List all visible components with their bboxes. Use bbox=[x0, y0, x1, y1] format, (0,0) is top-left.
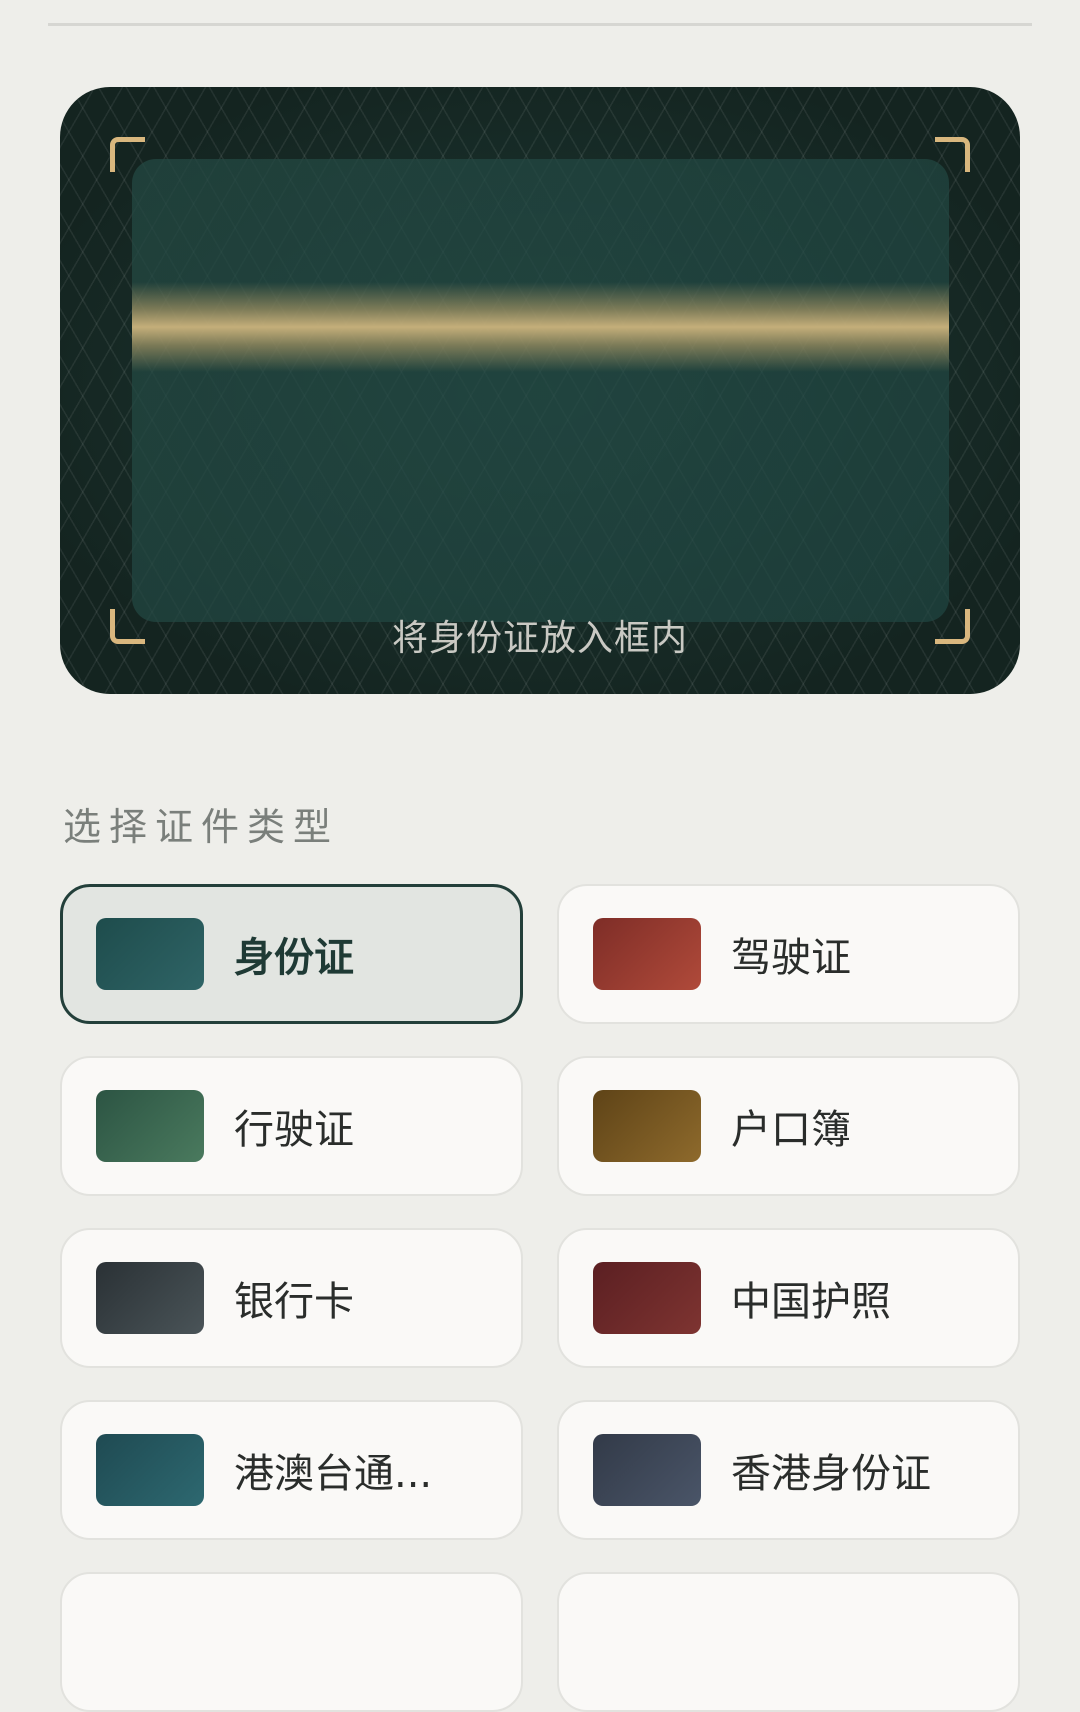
doc-type-button[interactable]: 户口簿 bbox=[557, 1056, 1020, 1196]
doc-type-button[interactable]: 银行卡 bbox=[60, 1228, 523, 1368]
doc-type-label: 银行卡 bbox=[234, 1279, 354, 1325]
doc-type-label: 中国护照 bbox=[731, 1279, 891, 1325]
corner-bracket-top-left-icon bbox=[110, 137, 145, 172]
doc-type-card-icon bbox=[96, 918, 204, 990]
doc-type-label: 身份证 bbox=[234, 935, 354, 981]
doc-type-card-icon bbox=[593, 918, 701, 990]
doc-type-card-icon bbox=[96, 1262, 204, 1334]
doc-type-button[interactable] bbox=[557, 1572, 1020, 1712]
doc-type-button[interactable]: 行驶证 bbox=[60, 1056, 523, 1196]
doc-type-card-icon bbox=[593, 1262, 701, 1334]
doc-type-button[interactable]: 驾驶证 bbox=[557, 884, 1020, 1024]
doc-type-label: 港澳台通... bbox=[234, 1451, 433, 1497]
doc-type-button[interactable]: 中国护照 bbox=[557, 1228, 1020, 1368]
doc-type-card-icon bbox=[593, 1090, 701, 1162]
scan-hint: 将身份证放入框内 bbox=[391, 618, 688, 659]
scan-line bbox=[132, 282, 949, 372]
doc-type-button[interactable]: 香港身份证 bbox=[557, 1400, 1020, 1540]
doc-type-label: 户口簿 bbox=[731, 1107, 851, 1153]
section-title: 选择证件类型 bbox=[63, 805, 340, 849]
doc-type-label: 香港身份证 bbox=[731, 1451, 931, 1497]
doc-type-card-icon bbox=[96, 1434, 204, 1506]
doc-type-card-icon bbox=[96, 1090, 204, 1162]
doc-type-button[interactable]: 港澳台通... bbox=[60, 1400, 523, 1540]
doc-type-label: 行驶证 bbox=[234, 1107, 354, 1153]
doc-type-button[interactable]: 身份证 bbox=[60, 884, 523, 1024]
doc-type-grid: 身份证 驾驶证行驶证 户口簿银行卡 中国护照港澳台通... 香港身份证 bbox=[60, 884, 1020, 1712]
doc-type-label: 驾驶证 bbox=[731, 935, 851, 981]
doc-type-button[interactable] bbox=[60, 1572, 523, 1712]
top-divider bbox=[48, 23, 1032, 26]
corner-bracket-top-right-icon bbox=[935, 137, 970, 172]
doc-type-card-icon bbox=[593, 1434, 701, 1506]
card-placement-area bbox=[132, 159, 949, 622]
camera-viewfinder[interactable]: 将身份证放入框内 bbox=[60, 87, 1020, 694]
